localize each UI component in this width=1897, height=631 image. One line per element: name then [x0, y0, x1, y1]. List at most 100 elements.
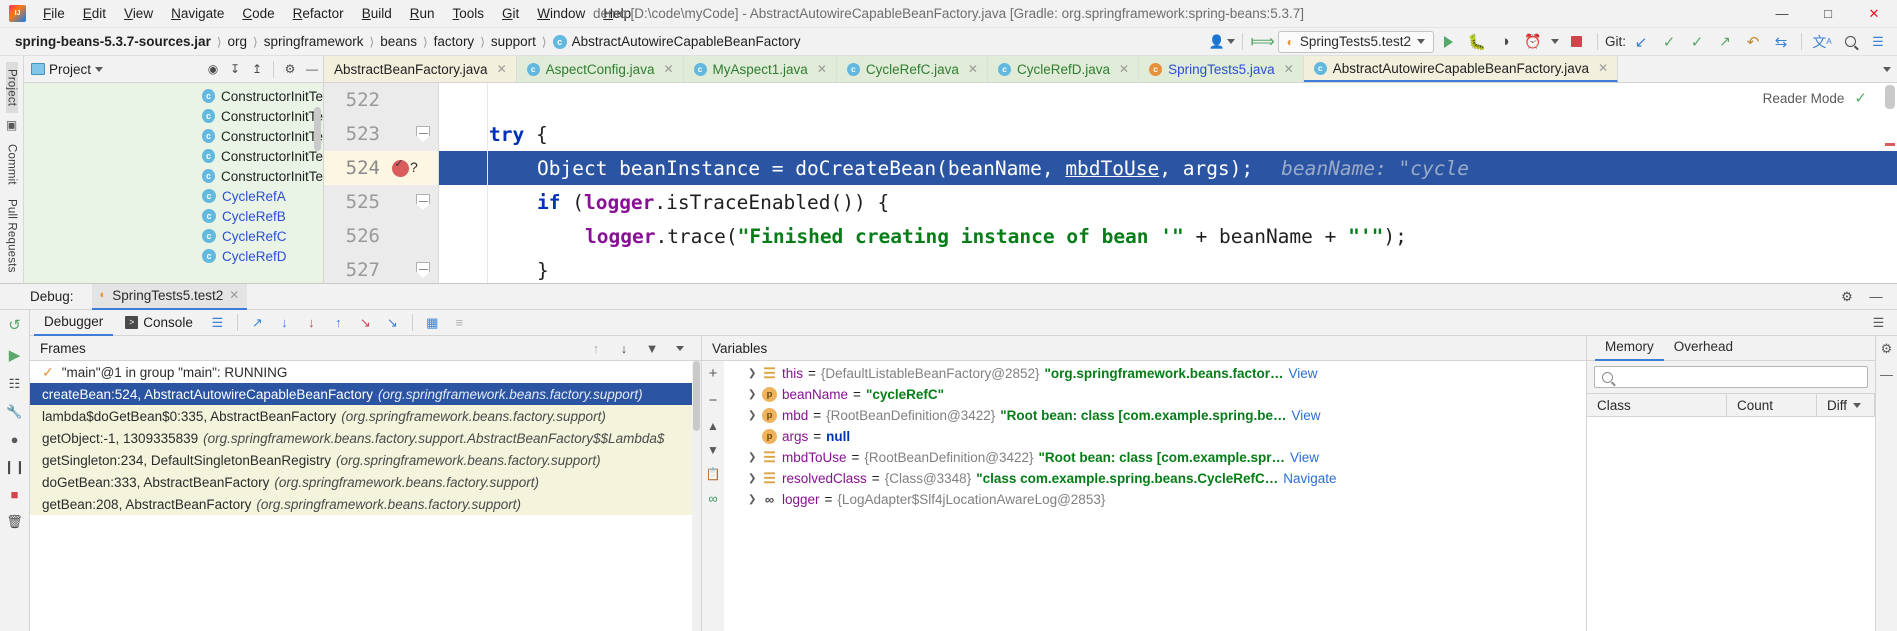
tree-item[interactable]: c CycleRefB [24, 206, 323, 226]
show-execution-point-icon[interactable]: ↗ [245, 312, 270, 334]
code-fold-icon[interactable] [416, 262, 430, 278]
move-watch-down-icon[interactable]: ▼ [707, 443, 719, 457]
debug-button[interactable]: 🐛 [1464, 30, 1490, 54]
settings-filter-icon[interactable]: ≡ [447, 312, 472, 334]
editor-tab-abstractbeanfactory[interactable]: AbstractBeanFactory.java ✕ [324, 56, 517, 82]
column-header-diff[interactable]: Diff [1817, 393, 1875, 417]
breadcrumb-item-0[interactable]: spring-beans-5.3.7-sources.jar [10, 32, 216, 51]
close-icon[interactable]: ✕ [497, 62, 507, 76]
copy-value-icon[interactable]: 📋 [706, 467, 721, 481]
git-commit-icon[interactable]: ✓ [1656, 30, 1682, 54]
editor-gutter[interactable]: 522 523 524 ? 525 [324, 83, 439, 283]
breakpoint-icon[interactable] [392, 156, 409, 177]
filter-icon[interactable]: ▼ [639, 336, 665, 360]
resume-program-icon[interactable]: ▶ [9, 346, 21, 364]
frame-row[interactable]: createBean:524, AbstractAutowireCapableB… [30, 383, 692, 405]
frame-row[interactable]: getSingleton:234, DefaultSingletonBeanRe… [30, 449, 692, 471]
variables-list[interactable]: ❯ ☰ this = {DefaultListableBeanFactory@2… [724, 361, 1586, 631]
close-icon[interactable]: ✕ [1284, 62, 1294, 76]
settings-gear-icon[interactable]: ⚙ [1881, 341, 1893, 357]
translate-icon[interactable]: 文A [1809, 30, 1835, 54]
frame-row[interactable]: getObject:-1, 1309335839 (org.springfram… [30, 427, 692, 449]
frames-dropdown-icon[interactable] [667, 336, 693, 360]
chevron-right-icon[interactable]: ❯ [748, 473, 757, 484]
editor-scrollbar[interactable] [1885, 85, 1895, 109]
tree-item[interactable]: c ConstructorInitTe [24, 146, 323, 166]
column-header-count[interactable]: Count [1727, 393, 1817, 417]
variable-row-beanname[interactable]: ❯ p beanName = "cycleRefC" [724, 384, 1586, 405]
notifications-icon[interactable]: ☰ [1865, 30, 1891, 54]
settings-gear-icon[interactable]: ⚙ [279, 59, 301, 80]
variable-row-mbd[interactable]: ❯ p mbd = {RootBeanDefinition@3422} "Roo… [724, 405, 1586, 426]
frames-list[interactable]: ✓ "main"@1 in group "main": RUNNING crea… [30, 361, 692, 631]
code-fold-icon[interactable] [416, 126, 430, 142]
tab-console[interactable]: > Console [115, 310, 203, 336]
column-header-class[interactable]: Class [1587, 393, 1727, 417]
close-icon[interactable]: ✕ [663, 62, 673, 76]
view-link[interactable]: View [1290, 450, 1319, 465]
tabs-overflow[interactable] [1877, 56, 1897, 82]
tab-overhead[interactable]: Overhead [1664, 336, 1743, 361]
settings-wrench-icon[interactable]: 🔧 [6, 404, 22, 420]
breadcrumb-item-6[interactable]: c AbstractAutowireCapableBeanFactory [548, 32, 806, 51]
profiler-button[interactable]: ⏰ [1520, 30, 1546, 54]
editor-tab-cyclerefd[interactable]: c CycleRefD.java ✕ [987, 56, 1140, 82]
stop-icon[interactable]: ■ [11, 487, 19, 502]
breadcrumb-item-4[interactable]: factory [429, 32, 480, 51]
view-link[interactable]: View [1291, 408, 1320, 423]
menu-item-code[interactable]: Code [233, 2, 283, 25]
menu-item-navigate[interactable]: Navigate [162, 2, 233, 25]
tree-item[interactable]: c CycleRefA [24, 186, 323, 206]
expand-all-icon[interactable]: ↧ [224, 59, 246, 80]
tree-item[interactable]: c CycleRefD [24, 246, 323, 266]
chevron-right-icon[interactable]: ❯ [748, 410, 757, 421]
git-update-icon[interactable]: ↙ [1628, 30, 1654, 54]
variable-row-mbdtouse[interactable]: ❯ ☰ mbdToUse = {RootBeanDefinition@3422}… [724, 447, 1586, 468]
close-icon[interactable]: ✕ [229, 288, 239, 302]
menu-item-refactor[interactable]: Refactor [284, 2, 353, 25]
move-watch-up-icon[interactable]: ▲ [707, 419, 719, 433]
menu-item-help[interactable]: Help [594, 2, 640, 25]
move-up-icon[interactable]: ↑ [583, 336, 609, 360]
remove-watch-icon[interactable]: − [709, 392, 718, 409]
editor-tab-springtests5[interactable]: c SpringTests5.java ✕ [1139, 56, 1304, 82]
memory-table-body[interactable] [1587, 417, 1875, 631]
sidebar-item-project[interactable]: Project [5, 62, 18, 114]
sidebar-item-commit[interactable]: Commit [6, 137, 18, 192]
inspect-icon[interactable]: ∞ [708, 491, 717, 506]
hide-tool-window-icon[interactable]: — [301, 59, 323, 80]
close-button[interactable]: ✕ [1851, 0, 1897, 28]
frame-row[interactable]: doGetBean:333, AbstractBeanFactory (org.… [30, 471, 692, 493]
force-step-into-icon[interactable]: ↘ [353, 312, 378, 334]
editor-tab-abstractautowirecapablebeanfactory[interactable]: c AbstractAutowireCapableBeanFactory.jav… [1303, 56, 1619, 82]
menu-item-view[interactable]: View [115, 2, 162, 25]
git-push-icon[interactable]: ✓ [1684, 30, 1710, 54]
inspections-ok-icon[interactable]: ✓ [1854, 89, 1867, 107]
variable-row-logger[interactable]: ❯ ∞ logger = {LogAdapter$Slf4jLocationAw… [724, 489, 1586, 510]
pause-icon[interactable]: ❙❙ [4, 459, 26, 475]
menu-item-file[interactable]: File [34, 2, 74, 25]
settings-gear-icon[interactable]: ⚙ [1834, 285, 1860, 309]
thread-row[interactable]: ✓ "main"@1 in group "main": RUNNING [30, 361, 692, 383]
menu-item-run[interactable]: Run [401, 2, 444, 25]
rerun-icon[interactable]: ↺ [8, 316, 21, 334]
menu-item-tools[interactable]: Tools [444, 2, 494, 25]
project-tree[interactable]: c ConstructorInitTe c ConstructorInitTe cC… [24, 83, 324, 283]
add-watch-icon[interactable]: + [709, 365, 718, 382]
profiler-dropdown-icon[interactable] [1548, 30, 1562, 54]
run-to-cursor-icon[interactable]: ↘ [380, 312, 405, 334]
layout-settings-icon[interactable]: ☰ [205, 312, 230, 334]
stop-button[interactable] [1564, 30, 1590, 54]
memory-search-input[interactable] [1594, 366, 1868, 388]
breadcrumb-item-5[interactable]: support [486, 32, 541, 51]
run-with-coverage-button[interactable]: ◑ [1492, 30, 1518, 54]
code-editor[interactable]: try { Object beanInstance = doCreateBean… [439, 83, 1897, 283]
maximize-button[interactable]: □ [1805, 0, 1851, 28]
locate-file-icon[interactable]: ◉ [202, 59, 224, 80]
frames-scrollbar[interactable] [692, 361, 701, 631]
hide-tool-window-icon[interactable]: — [1863, 285, 1889, 309]
step-into-icon[interactable]: ↓ [299, 312, 324, 334]
evaluate-expression-icon[interactable]: ▦ [420, 312, 445, 334]
tree-item[interactable]: c ConstructorInitTe [24, 86, 323, 106]
search-icon[interactable] [1837, 30, 1863, 54]
